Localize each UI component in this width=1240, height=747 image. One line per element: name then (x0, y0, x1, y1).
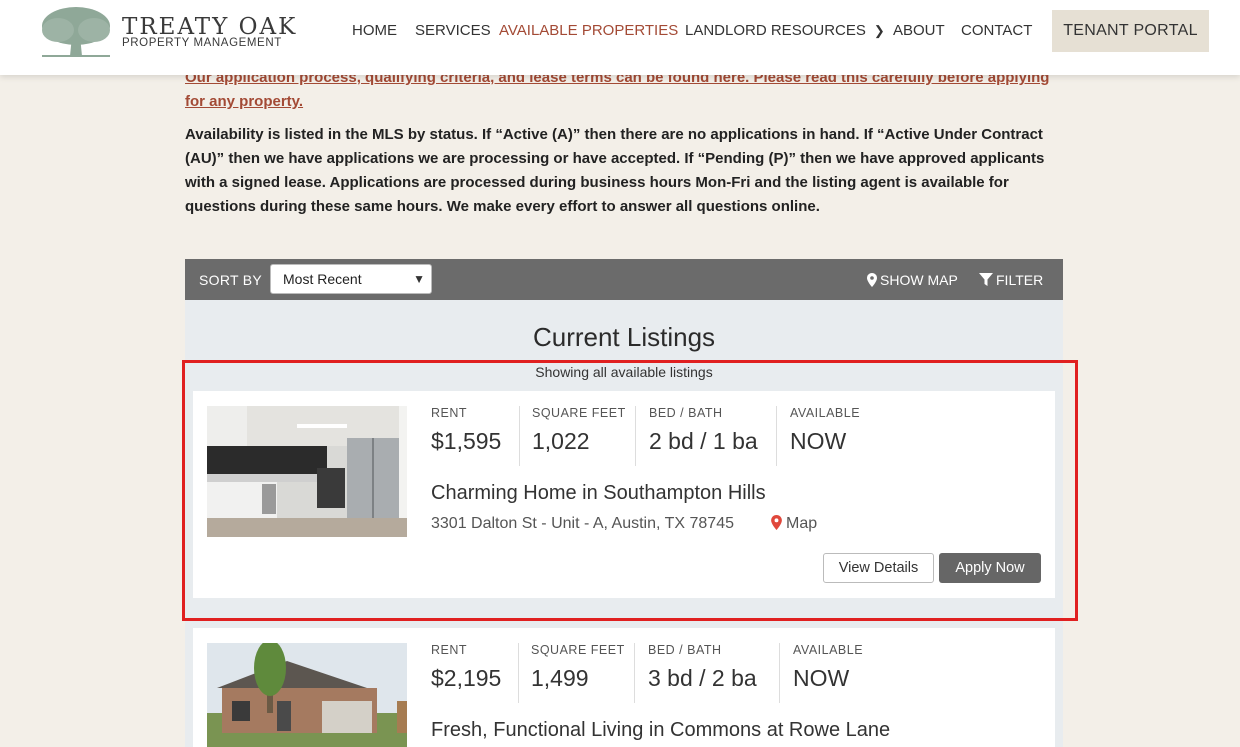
available-value: NOW (790, 428, 847, 454)
chevron-down-icon: ❯ (873, 23, 885, 38)
nav-about[interactable]: ABOUT (893, 22, 945, 39)
rent-value: $2,195 (431, 665, 502, 691)
bedbath-stat: BED / BATH 2 bd / 1 ba (649, 406, 758, 455)
house-photo-icon (207, 643, 407, 747)
listing-title[interactable]: Charming Home in Southampton Hills (431, 482, 766, 505)
kitchen-photo-icon (207, 406, 407, 537)
bedbath-stat: BED / BATH 3 bd / 2 ba (648, 643, 757, 692)
nav-home[interactable]: HOME (352, 22, 397, 39)
rent-value: $1,595 (431, 428, 502, 454)
listing-toolbar: SORT BY Most Recent ▼ SHOW MAP FILTER (185, 259, 1063, 300)
sqft-label: SQUARE FEET (531, 643, 625, 657)
stat-divider (776, 406, 777, 466)
apply-now-button[interactable]: Apply Now (939, 553, 1041, 583)
rent-stat: RENT $2,195 (431, 643, 501, 692)
listings-subtitle: Showing all available listings (535, 364, 713, 380)
site-header: TREATY OAK PROPERTY MANAGEMENT HOME SERV… (0, 0, 1240, 75)
nav-available-properties[interactable]: AVAILABLE PROPERTIES (499, 22, 678, 39)
sqft-value: 1,499 (531, 665, 589, 691)
sort-by-label: SORT BY (199, 272, 263, 288)
listing-title[interactable]: Fresh, Functional Living in Commons at R… (431, 719, 890, 742)
available-value: NOW (793, 665, 850, 691)
available-stat: AVAILABLE NOW (790, 406, 860, 455)
listing-address: 3301 Dalton St - Unit - A, Austin, TX 78… (431, 515, 734, 532)
listing-photo-house[interactable] (207, 643, 407, 747)
map-pin-icon (771, 515, 782, 530)
sqft-stat: SQUARE FEET 1,499 (531, 643, 625, 692)
sort-select-value: Most Recent (283, 271, 362, 287)
stat-divider (519, 406, 520, 466)
sqft-label: SQUARE FEET (532, 406, 626, 420)
chevron-down-icon: ▼ (413, 272, 425, 286)
sort-select[interactable]: Most Recent ▼ (270, 264, 432, 294)
map-link-label: Map (786, 515, 818, 532)
view-details-button[interactable]: View Details (823, 553, 934, 583)
nav-services[interactable]: SERVICES (415, 22, 491, 39)
listings-section: Current Listings Showing all available l… (185, 300, 1063, 747)
nav-landlord-resources-label: LANDLORD RESOURCES (685, 22, 866, 39)
stat-divider (779, 643, 780, 703)
stat-divider (635, 406, 636, 466)
bedbath-label: BED / BATH (649, 406, 723, 420)
available-label: AVAILABLE (790, 406, 861, 420)
stat-divider (518, 643, 519, 703)
sqft-stat: SQUARE FEET 1,022 (532, 406, 626, 455)
nav-landlord-resources[interactable]: LANDLORD RESOURCES ❯ (685, 22, 885, 39)
filter-button[interactable]: FILTER (979, 272, 1043, 288)
nav-contact[interactable]: CONTACT (961, 22, 1032, 39)
bedbath-value: 3 bd / 2 ba (648, 665, 757, 691)
tenant-portal-button[interactable]: TENANT PORTAL (1052, 10, 1209, 52)
filter-label: FILTER (996, 272, 1044, 288)
show-map-label: SHOW MAP (880, 272, 958, 288)
sqft-value: 1,022 (532, 428, 590, 454)
bedbath-label: BED / BATH (648, 643, 722, 657)
show-map-button[interactable]: SHOW MAP (867, 272, 958, 288)
rent-stat: RENT $1,595 (431, 406, 501, 455)
listings-title: Current Listings (532, 322, 716, 352)
listing-card: RENT $1,595 SQUARE FEET 1,022 BED / BATH… (193, 391, 1055, 598)
rent-label: RENT (431, 406, 468, 420)
available-stat: AVAILABLE NOW (793, 643, 863, 692)
filter-icon (979, 273, 993, 286)
bedbath-value: 2 bd / 1 ba (649, 428, 758, 454)
map-pin-icon (867, 273, 877, 287)
listing-card: RENT $2,195 SQUARE FEET 1,499 BED / BATH… (193, 628, 1055, 747)
available-label: AVAILABLE (793, 643, 864, 657)
rent-label: RENT (431, 643, 468, 657)
availability-info-text: Availability is listed in the MLS by sta… (185, 126, 1045, 215)
stat-divider (634, 643, 635, 703)
listing-photo-kitchen[interactable] (207, 406, 407, 537)
map-link[interactable]: Map (771, 515, 817, 533)
